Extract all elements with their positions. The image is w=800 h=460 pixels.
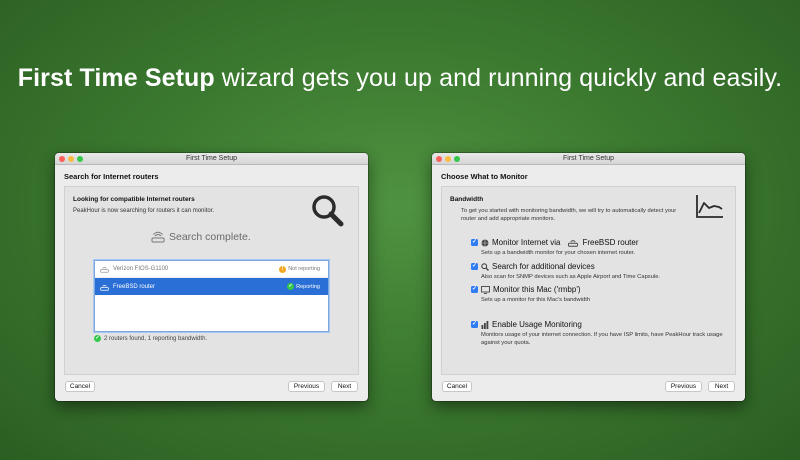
traffic-lights: [59, 156, 83, 162]
previous-button[interactable]: Previous: [665, 381, 702, 392]
headline: First Time Setup wizard gets you up and …: [0, 64, 800, 93]
search-devices-checkbox[interactable]: ✓: [471, 263, 478, 270]
monitor-icon: [481, 285, 490, 294]
check-icon: ✓: [287, 283, 295, 290]
option-description: Sets up a bandwidth monitor for your cho…: [481, 250, 636, 256]
option-label: Monitor Internet via: [492, 238, 561, 247]
window-title: First Time Setup: [563, 155, 614, 162]
option-monitor-internet: ✓ Monitor Internet via FreeBSD router Se…: [471, 238, 731, 257]
router-icon: [100, 267, 109, 273]
router-row[interactable]: FreeBSD router ✓ Reporting: [95, 278, 328, 295]
search-panel: Looking for compatible Internet routers …: [64, 186, 359, 375]
monitor-internet-checkbox[interactable]: ✓: [471, 239, 478, 246]
zoom-button[interactable]: [77, 156, 83, 162]
warning-icon: !: [279, 265, 287, 273]
close-button[interactable]: [59, 156, 65, 162]
traffic-lights: [436, 156, 460, 162]
titlebar[interactable]: First Time Setup: [432, 153, 745, 165]
check-icon: ✓: [94, 335, 101, 342]
panel-subtext: PeakHour is now searching for routers it…: [73, 208, 215, 214]
panel-subtext: To get you started with monitoring bandw…: [461, 208, 677, 222]
option-search-devices: ✓ Search for additional devices Also sca…: [471, 262, 731, 281]
router-list[interactable]: Verizon FIOS-G1100 ! Not reporting FreeB…: [94, 260, 329, 332]
setup-window-monitor: First Time Setup Choose What to Monitor …: [432, 153, 745, 401]
option-label: Monitor this Mac ('rmbp'): [493, 285, 581, 294]
section-title: Search for Internet routers: [55, 165, 368, 186]
monitor-mac-checkbox[interactable]: ✓: [471, 286, 478, 293]
monitor-panel: Bandwidth To get you started with monito…: [441, 186, 736, 375]
minimize-button[interactable]: [445, 156, 451, 162]
search-status-text: Search complete.: [169, 231, 251, 243]
setup-window-search: First Time Setup Search for Internet rou…: [55, 153, 368, 401]
section-title: Choose What to Monitor: [432, 165, 745, 186]
search-icon: [481, 262, 489, 271]
minimize-button[interactable]: [68, 156, 74, 162]
cancel-button[interactable]: Cancel: [65, 381, 95, 392]
magnifier-icon: [312, 195, 344, 227]
router-icon: [568, 240, 579, 247]
close-button[interactable]: [436, 156, 442, 162]
status-badge: ! Not reporting: [279, 265, 320, 273]
router-name: FreeBSD router: [113, 283, 156, 290]
globe-icon: [481, 239, 489, 246]
panel-heading: Bandwidth: [450, 196, 484, 203]
option-label: Search for additional devices: [492, 262, 595, 271]
router-select[interactable]: FreeBSD router: [582, 238, 638, 247]
cancel-button[interactable]: Cancel: [442, 381, 472, 392]
option-description: Sets up a monitor for this Mac's bandwid…: [481, 297, 591, 303]
headline-bold: First Time Setup: [17, 64, 215, 92]
status-badge: ✓ Reporting: [287, 283, 320, 290]
option-monitor-mac: ✓ Monitor this Mac ('rmbp') Sets up a mo…: [471, 285, 731, 304]
window-title: First Time Setup: [186, 155, 237, 162]
option-description: Also scan for SNMP devices such as Apple…: [481, 274, 661, 280]
router-name: Verizon FIOS-G1100: [113, 266, 169, 272]
router-icon: [100, 284, 109, 291]
status-label: Reporting: [296, 283, 320, 290]
titlebar[interactable]: First Time Setup: [55, 153, 368, 165]
next-button[interactable]: Next: [331, 381, 358, 392]
status-label: Not reporting: [288, 266, 320, 272]
option-label: Enable Usage Monitoring: [492, 320, 582, 329]
bandwidth-graph-icon: [696, 195, 723, 218]
headline-rest: wizard gets you up and running quickly a…: [214, 64, 783, 92]
next-button[interactable]: Next: [708, 381, 735, 392]
panel-heading: Looking for compatible Internet routers: [73, 196, 195, 203]
zoom-button[interactable]: [454, 156, 460, 162]
search-status: Search complete.: [151, 231, 251, 243]
usage-bars-icon: [481, 320, 489, 329]
option-usage-monitoring: ✓ Enable Usage Monitoring Monitors usage…: [471, 320, 731, 347]
usage-monitoring-checkbox[interactable]: ✓: [471, 321, 478, 328]
previous-button[interactable]: Previous: [288, 381, 325, 392]
option-description: Monitors usage of your internet connecti…: [481, 332, 723, 346]
result-text: 2 routers found, 1 reporting bandwidth.: [104, 335, 208, 342]
router-row[interactable]: Verizon FIOS-G1100 ! Not reporting: [95, 261, 328, 278]
router-icon: [151, 231, 165, 243]
result-line: ✓ 2 routers found, 1 reporting bandwidth…: [94, 335, 207, 342]
